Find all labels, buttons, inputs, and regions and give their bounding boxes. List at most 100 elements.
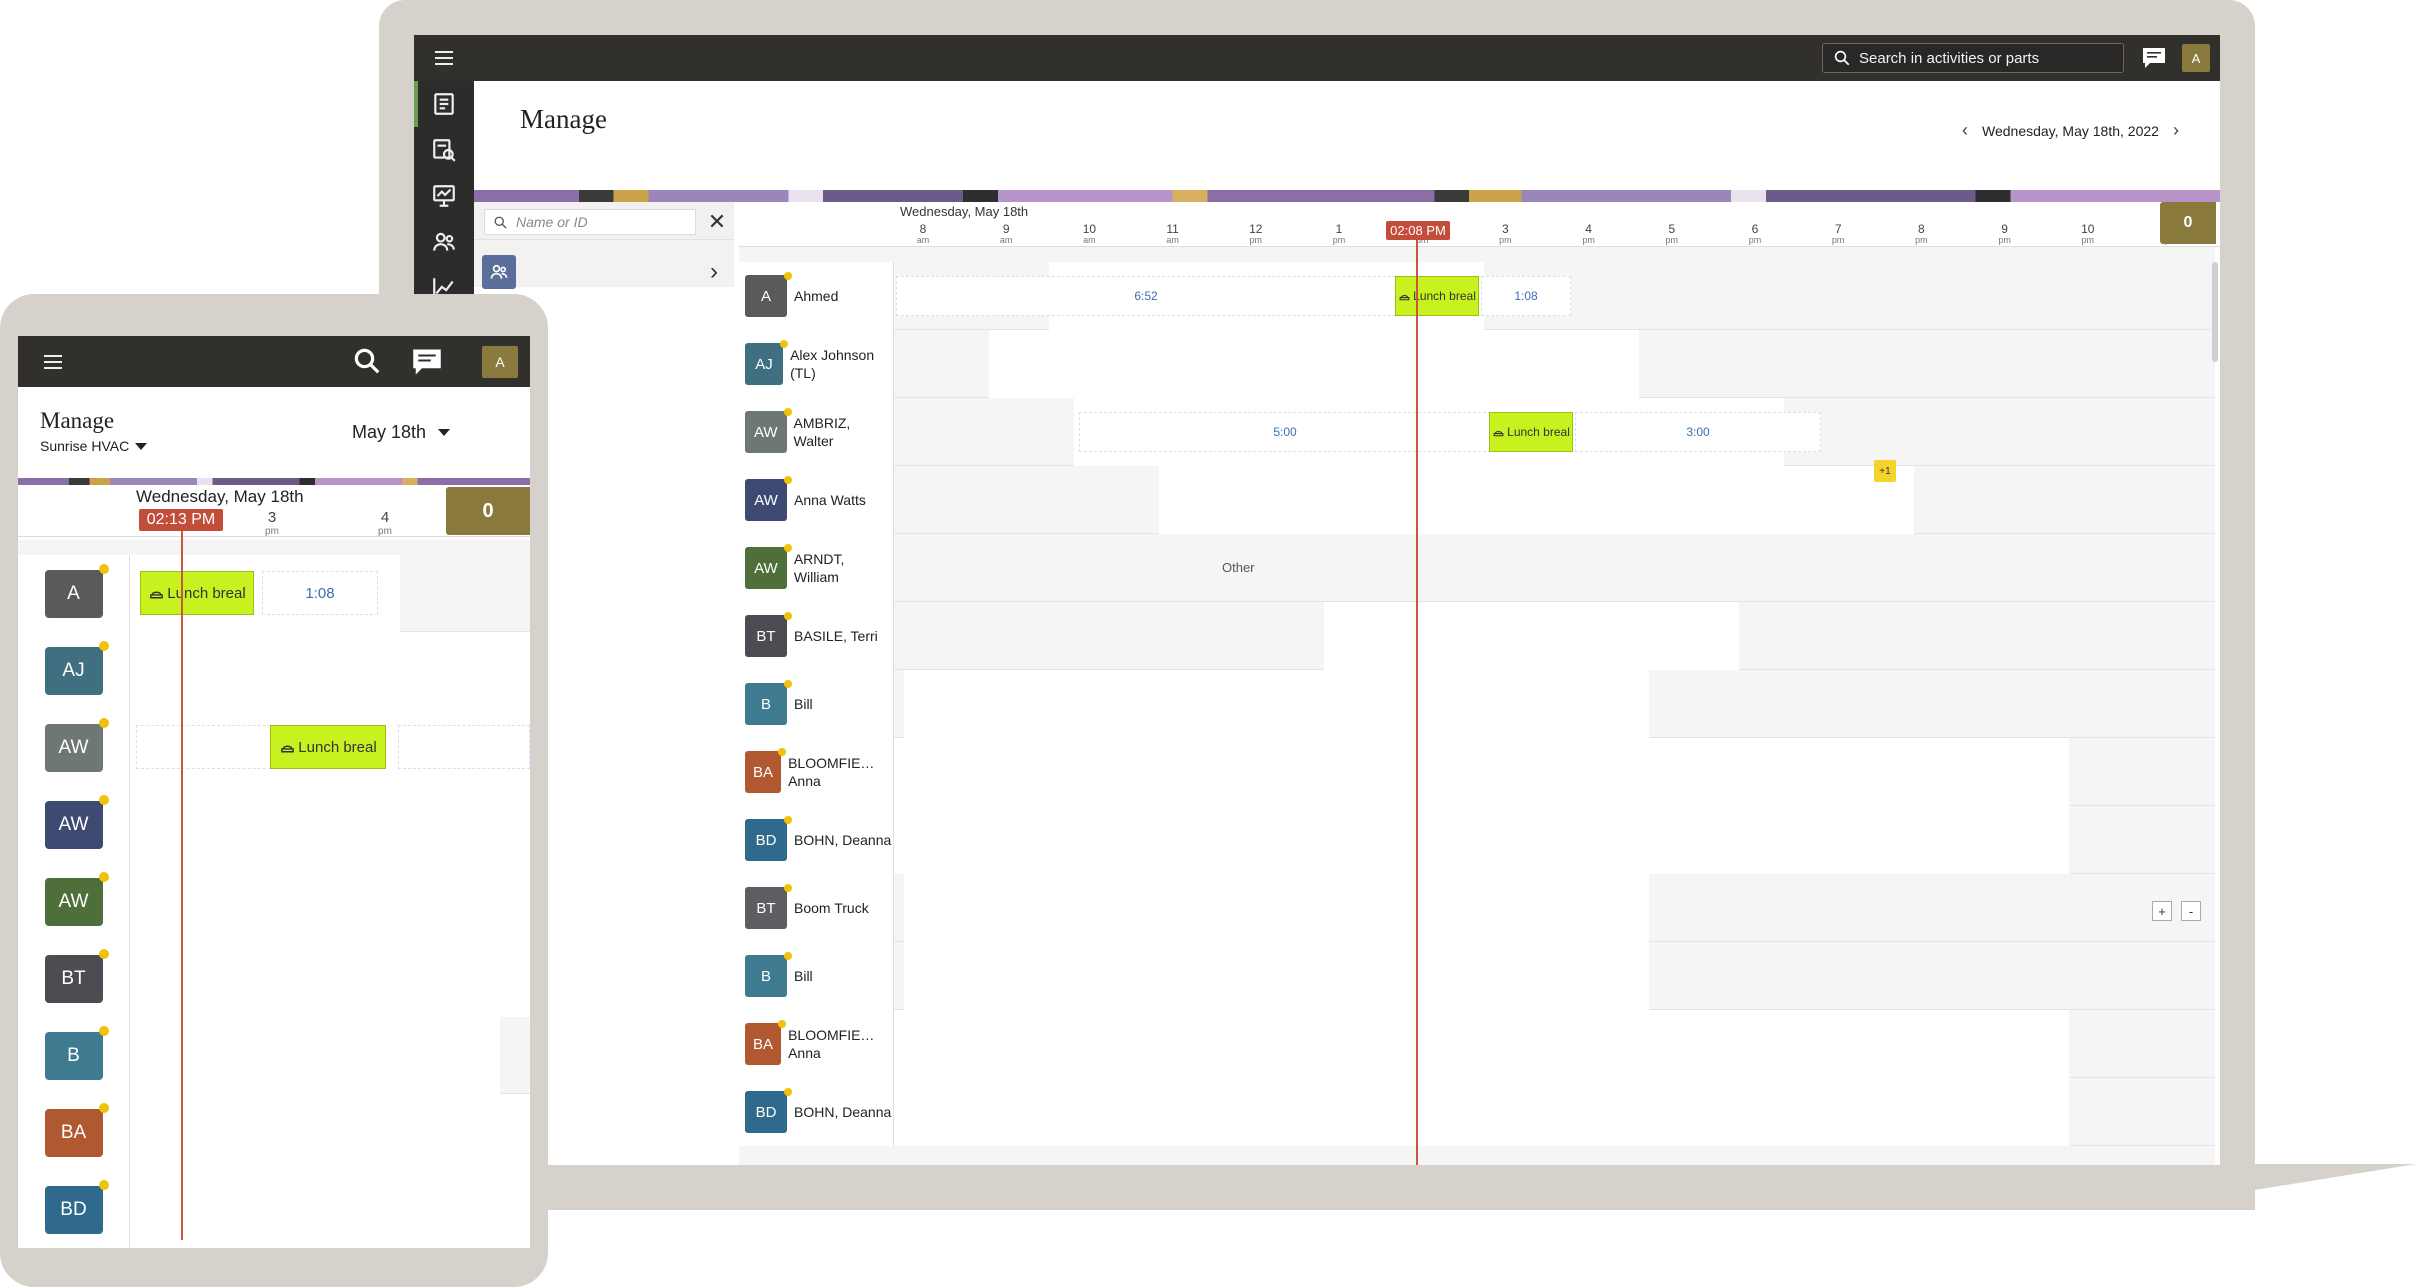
phone-lunch-break-activity[interactable]: Lunch breal	[140, 571, 254, 615]
resource-avatar: B	[745, 952, 792, 997]
phone-resource-cell[interactable]: AW	[18, 863, 130, 940]
resource-name: BOHN, Deanna	[794, 832, 892, 848]
phone-date-selector[interactable]: May 18th	[352, 422, 451, 443]
resource-cell[interactable]: BA BLOOMFIE… Anna	[739, 738, 894, 806]
nav-activity-search-icon[interactable]	[414, 127, 474, 173]
resource-row[interactable]: AW ARNDT, William Other	[739, 534, 2215, 602]
nav-dispatch-console-icon[interactable]	[414, 81, 474, 127]
phone-activity-block[interactable]	[136, 725, 286, 769]
phone-resource-row[interactable]: AW	[18, 863, 530, 940]
org-selector[interactable]: Sunrise HVAC	[40, 438, 148, 454]
phone-resource-cell[interactable]: BT	[18, 940, 130, 1017]
resource-cell[interactable]: BT BASILE, Terri	[739, 602, 894, 670]
resource-row[interactable]: BD BOHN, Deanna	[739, 806, 2215, 874]
resource-row[interactable]: B Bill	[739, 942, 2215, 1010]
hour-tick-label: 7	[1834, 222, 1842, 236]
phone-resource-row[interactable]: B	[18, 1017, 530, 1094]
resource-row[interactable]: BA BLOOMFIE… Anna	[739, 738, 2215, 806]
phone-working-hours-block	[130, 940, 530, 1017]
phone-hamburger-menu-icon[interactable]	[36, 348, 70, 376]
chevron-right-icon[interactable]: ›	[710, 258, 718, 286]
phone-user-avatar-button[interactable]: A	[482, 346, 518, 378]
phone-unassigned-counter[interactable]: 0	[446, 487, 530, 535]
phone-resource-row[interactable]: BT	[18, 940, 530, 1017]
resource-cell[interactable]: B Bill	[739, 670, 894, 738]
chat-icon[interactable]	[2138, 43, 2170, 73]
resource-row[interactable]: BT BASILE, Terri	[739, 602, 2215, 670]
phone-resource-cell[interactable]: AJ	[18, 632, 130, 709]
phone-resource-row[interactable]: BA	[18, 1094, 530, 1171]
resource-cell[interactable]: BA BLOOMFIE… Anna	[739, 1010, 894, 1078]
phone-hour-tick-label: 4	[380, 509, 390, 526]
status-dot	[778, 1020, 787, 1028]
previous-day-icon[interactable]: ‹	[1962, 120, 1968, 141]
resource-name: BASILE, Terri	[794, 628, 878, 644]
phone-resource-row[interactable]: BD	[18, 1171, 530, 1248]
hamburger-menu-icon[interactable]	[428, 45, 460, 71]
phone-resource-cell[interactable]: AW	[18, 709, 130, 786]
phone-chat-icon[interactable]	[410, 347, 444, 377]
resource-cell[interactable]: BT Boom Truck	[739, 874, 894, 942]
status-dot	[784, 884, 792, 892]
phone-resource-cell[interactable]: AW	[18, 786, 130, 863]
nav-resources-icon[interactable]	[414, 219, 474, 265]
overflow-badge[interactable]: +1	[1874, 460, 1896, 482]
unassigned-counter[interactable]: 0	[2160, 202, 2216, 244]
activity-block[interactable]: 6:52	[896, 276, 1396, 316]
activity-block[interactable]: 1:08	[1481, 276, 1571, 316]
resource-cell[interactable]: A Ahmed	[739, 262, 894, 330]
phone-resource-row[interactable]: AW	[18, 786, 530, 863]
activity-block[interactable]: 3:00	[1575, 412, 1821, 452]
activity-block[interactable]: 5:00	[1079, 412, 1491, 452]
hour-tick-period: pm	[1748, 235, 1762, 245]
phone-resource-row[interactable]: AW Lunch breal	[18, 709, 530, 786]
resource-row[interactable]: BA BLOOMFIE… Anna	[739, 1010, 2215, 1078]
phone-resource-cell[interactable]: A	[18, 555, 130, 632]
resource-cell[interactable]: BD BOHN, Deanna	[739, 806, 894, 874]
lunch-break-activity[interactable]: Lunch breal	[1395, 276, 1479, 316]
hour-tick: 10 am	[1074, 223, 1104, 246]
resource-row[interactable]: BD BOHN, Deanna	[739, 1078, 2215, 1146]
resource-cell[interactable]: AW ARNDT, William	[739, 534, 894, 602]
phone-hour-tick-label: 3	[267, 509, 277, 526]
nav-dashboard-icon[interactable]	[414, 173, 474, 219]
phone-resource-avatar: A	[44, 563, 109, 618]
zoom-in-button[interactable]: +	[2152, 901, 2172, 921]
next-day-icon[interactable]: ›	[2173, 120, 2179, 141]
resource-cell[interactable]: B Bill	[739, 942, 894, 1010]
phone-activity-block[interactable]	[398, 725, 530, 769]
other-activity-label[interactable]: Other	[1222, 560, 1255, 575]
resource-cell[interactable]: AJ Alex Johnson (TL)	[739, 330, 894, 398]
phone-resource-cell[interactable]: B	[18, 1017, 130, 1094]
lunch-break-activity[interactable]: Lunch breal	[1489, 412, 1573, 452]
resource-row[interactable]: A Ahmed 6:52 Lunch breal 1:08	[739, 262, 2215, 330]
vertical-scrollbar[interactable]	[2212, 262, 2218, 362]
hour-tick: 1 pm	[1324, 223, 1354, 246]
phone-resource-cell[interactable]: BD	[18, 1171, 130, 1248]
hour-tick-label: 6	[1751, 222, 1759, 236]
phone-search-icon[interactable]	[352, 346, 384, 378]
current-time-badge: 02:08 PM	[1386, 221, 1450, 240]
resource-cell[interactable]: AW Anna Watts	[739, 466, 894, 534]
resource-row[interactable]: AW AMBRIZ, Walter 5:00 Lunch breal 3:00	[739, 398, 2215, 466]
hour-tick-period: pm	[2081, 235, 2095, 245]
phone-resource-row[interactable]: AJ	[18, 632, 530, 709]
working-hours-block	[894, 1078, 2069, 1146]
resource-row[interactable]: AJ Alex Johnson (TL)	[739, 330, 2215, 398]
resource-group-icon[interactable]	[482, 255, 516, 289]
global-search-input[interactable]: Search in activities or parts	[1822, 43, 2124, 73]
resource-search-input[interactable]: Name or ID	[484, 209, 696, 235]
resource-row[interactable]: AW Anna Watts	[739, 466, 2215, 534]
phone-resource-cell[interactable]: BA	[18, 1094, 130, 1171]
resource-row[interactable]: B Bill	[739, 670, 2215, 738]
resource-cell[interactable]: BD BOHN, Deanna	[739, 1078, 894, 1146]
resource-cell[interactable]: AW AMBRIZ, Walter	[739, 398, 894, 466]
zoom-out-button[interactable]: -	[2181, 901, 2201, 921]
resource-name: AMBRIZ, Walter	[793, 415, 851, 449]
resource-row[interactable]: BT Boom Truck	[739, 874, 2215, 942]
close-icon[interactable]: ✕	[706, 209, 728, 235]
phone-lunch-break-activity[interactable]: Lunch breal	[270, 725, 386, 769]
user-avatar-button[interactable]: A	[2182, 44, 2210, 72]
phone-activity-block[interactable]: 1:08	[262, 571, 378, 615]
phone-resource-row[interactable]: A Lunch breal 1:08	[18, 555, 530, 632]
